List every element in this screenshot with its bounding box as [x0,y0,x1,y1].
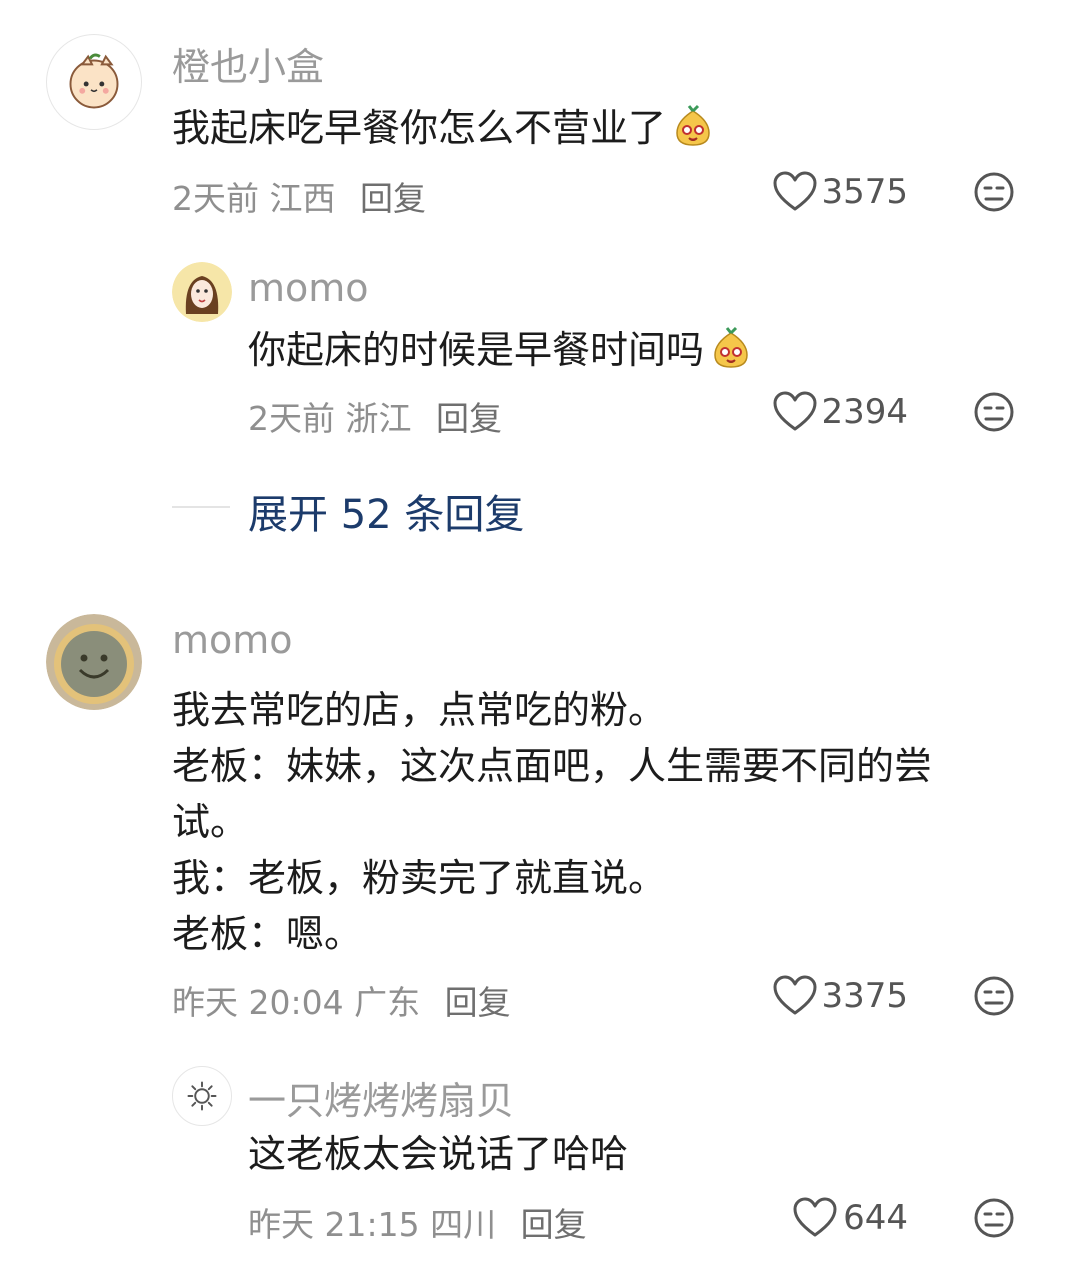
reply-text: 这老板太会说话了哈哈 [248,1132,629,1176]
reply-meta: 昨天 21:15 四川 回复 [248,1198,587,1246]
avatar[interactable] [46,34,142,130]
reply-button[interactable]: 回复 [436,399,502,438]
comment-text-line: 我去常吃的店，点常吃的粉。 [172,688,667,732]
heart-icon[interactable] [772,391,818,433]
comment-text: 我去常吃的店，点常吃的粉。 老板：妹妹，这次点面吧，人生需要不同的尝 试。 我：… [172,682,932,962]
comment-username[interactable]: 橙也小盒 [172,36,324,91]
expand-replies-button[interactable]: 展开 52 条回复 [248,482,524,540]
avatar[interactable] [172,262,232,322]
pear-emoji-icon [670,103,716,149]
reply-meta: 2天前 浙江 回复 [248,392,502,440]
comment-text-content: 我起床吃早餐你怎么不营业了 [172,106,667,150]
comment-text-line: 老板：妹妹，这次点面吧，人生需要不同的尝 [172,744,933,788]
reply-time: 昨天 21:15 [248,1205,420,1244]
expand-divider [172,506,230,508]
like-count: 3575 [821,172,908,212]
avatar[interactable] [172,1066,232,1126]
reply-text: 你起床的时候是早餐时间吗 [248,322,754,378]
comment-time: 昨天 20:04 [172,983,344,1022]
comment-text: 我起床吃早餐你怎么不营业了 [172,100,716,156]
reply-button[interactable]: 回复 [521,1205,587,1244]
like-count: 2394 [821,392,908,432]
pear-emoji-icon [708,325,754,371]
comment-location: 江西 [269,179,336,218]
comment-text-line: 老板：嗯。 [172,912,363,956]
like-count: 3375 [821,976,908,1016]
comment-meta: 2天前 江西 回复 [172,172,426,220]
heart-icon[interactable] [792,1197,838,1239]
comment-username[interactable]: momo [172,618,293,662]
reply-button[interactable]: 回复 [445,983,511,1022]
reply-time: 2天前 [248,399,335,438]
like-count: 644 [843,1198,908,1238]
dislike-face-icon[interactable] [973,1197,1015,1239]
reply-username[interactable]: 一只烤烤烤扇贝 [248,1070,514,1125]
orange-cat-avatar-icon [69,53,119,109]
dislike-face-icon[interactable] [973,975,1015,1017]
reply-username[interactable]: momo [248,266,369,310]
comment-time: 2天前 [172,179,259,218]
comment-location: 广东 [354,983,421,1022]
comment-meta: 昨天 20:04 广东 回复 [172,976,511,1024]
smiley-cake-avatar-icon [46,614,142,710]
heart-icon[interactable] [772,975,818,1017]
sun-avatar-icon [187,1081,217,1111]
avatar[interactable] [46,614,142,710]
reply-location: 浙江 [345,399,412,438]
comment-text-line: 我：老板，粉卖完了就直说。 [172,856,667,900]
reply-text-content: 你起床的时候是早餐时间吗 [248,328,705,372]
reply-button[interactable]: 回复 [360,179,426,218]
dislike-face-icon[interactable] [973,171,1015,213]
heart-icon[interactable] [772,171,818,213]
girl-avatar-icon [172,262,232,322]
comment-text-line: 试。 [172,800,249,844]
reply-location: 四川 [430,1205,497,1244]
dislike-face-icon[interactable] [973,391,1015,433]
